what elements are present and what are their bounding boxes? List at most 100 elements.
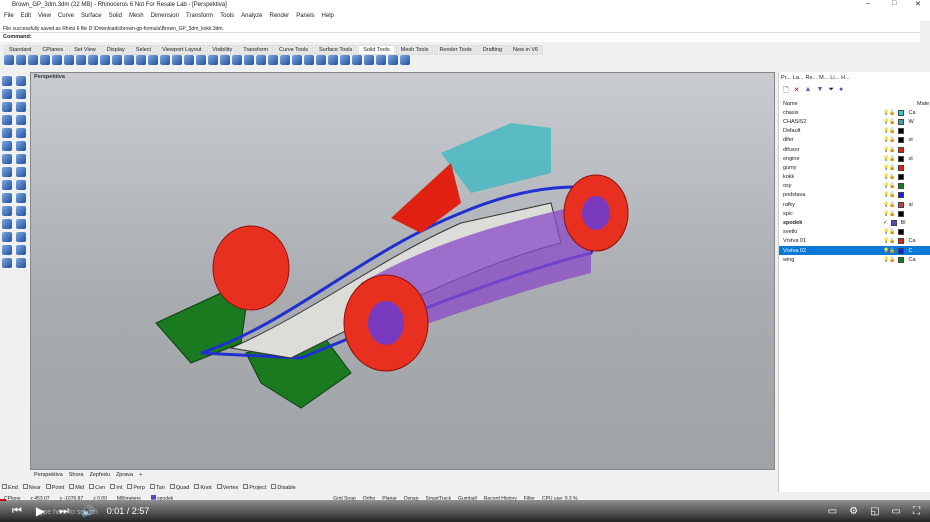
tool-icon[interactable] [172, 55, 182, 65]
menu-mesh[interactable]: Mesh [129, 13, 144, 19]
checkbox[interactable] [169, 484, 175, 489]
lock-icon[interactable]: 🔓 [889, 202, 895, 208]
layer-row[interactable]: spodek ✓ Bl [779, 218, 930, 227]
menu-analyze[interactable]: Analyze [241, 13, 262, 19]
tool-icon[interactable] [280, 55, 290, 65]
tab-viewport-layout[interactable]: Viewport Layout [157, 45, 207, 55]
osnap-quad[interactable]: Quad [169, 484, 189, 491]
fullscreen-icon[interactable]: ⛶ [913, 506, 920, 517]
tool-icon[interactable] [2, 89, 12, 99]
layer-row[interactable]: gumy 💡 🔓 [779, 163, 930, 172]
layer-color-swatch[interactable] [898, 146, 905, 153]
tool-icon[interactable] [244, 55, 254, 65]
tool-icon[interactable] [292, 55, 302, 65]
menu-tools[interactable]: Tools [220, 13, 234, 19]
osnap-mid[interactable]: Mid [69, 484, 84, 491]
tool-icon[interactable] [148, 55, 158, 65]
lock-icon[interactable]: 🔓 [889, 183, 895, 189]
lock-icon[interactable]: 🔓 [889, 192, 895, 198]
checkbox[interactable] [149, 484, 155, 489]
lock-icon[interactable]: 🔓 [889, 174, 895, 180]
osnap-project[interactable]: Project [243, 484, 266, 491]
filter-icon[interactable]: ⏷ [828, 86, 834, 97]
panel-tab[interactable]: H... [841, 75, 850, 81]
layer-row[interactable]: Vrstva 02 💡 🔓 C [779, 246, 930, 256]
layer-row[interactable]: rafky 💡 🔓 al [779, 200, 930, 209]
tool-icon[interactable] [364, 55, 374, 65]
layer-row[interactable]: difer 💡 🔓 st [779, 136, 930, 145]
lock-icon[interactable]: 🔓 [889, 229, 895, 235]
move-up-icon[interactable]: ▲ [805, 86, 812, 97]
layer-row[interactable]: CHASIS2 💡 🔓 W [779, 117, 930, 126]
tab-mesh-tools[interactable]: Mesh Tools [395, 45, 434, 55]
tool-icon[interactable] [2, 154, 12, 164]
tool-icon[interactable] [16, 219, 26, 229]
layer-color-swatch[interactable] [890, 220, 897, 227]
tool-icon[interactable] [16, 180, 26, 190]
tool-icon[interactable] [2, 245, 12, 255]
menu-panels[interactable]: Panels [296, 13, 314, 19]
osnap-vertex[interactable]: Vertex [216, 484, 238, 491]
tab-new-in-v6[interactable]: New in V6 [508, 45, 544, 55]
subtitles-icon[interactable]: ▭ [828, 506, 837, 517]
tab-solid-tools[interactable]: Solid Tools [358, 45, 395, 55]
lock-icon[interactable]: 🔓 [889, 147, 895, 153]
maximize-button[interactable]: □ [892, 0, 896, 7]
tool-icon[interactable] [16, 258, 26, 268]
osnap-int[interactable]: Int [110, 484, 122, 491]
viewport-tab[interactable]: Shora [69, 472, 84, 478]
viewport-perspective[interactable]: Perspektiva [30, 72, 775, 470]
tab-standard[interactable]: Standard [4, 45, 37, 55]
lock-icon[interactable]: 🔓 [889, 137, 895, 143]
layer-color-swatch[interactable] [898, 238, 905, 245]
command-prompt[interactable]: Command: [0, 33, 920, 42]
layer-color-swatch[interactable] [898, 174, 905, 181]
tool-icon[interactable] [2, 206, 12, 216]
viewport-tab[interactable]: Zprava [116, 472, 133, 478]
layer-row[interactable]: difusor 💡 🔓 [779, 145, 930, 154]
lock-icon[interactable]: 🔓 [889, 110, 895, 116]
tool-icon[interactable] [16, 245, 26, 255]
menu-view[interactable]: View [38, 13, 51, 19]
tool-icon[interactable] [2, 76, 12, 86]
layer-row[interactable]: engine 💡 🔓 st [779, 154, 930, 163]
layer-color-swatch[interactable] [898, 137, 905, 144]
layer-color-swatch[interactable] [898, 210, 905, 217]
checkbox[interactable] [194, 484, 200, 489]
osnap-point[interactable]: Point [45, 484, 64, 491]
menu-transform[interactable]: Transform [186, 13, 213, 19]
tool-icon[interactable] [124, 55, 134, 65]
tool-icon[interactable] [2, 193, 12, 203]
panel-tab[interactable]: La... [793, 75, 804, 81]
tool-icon[interactable] [16, 55, 26, 65]
layer-color-swatch[interactable] [898, 229, 905, 236]
layer-color-swatch[interactable] [898, 118, 905, 125]
layer-row[interactable]: Vrstva 01 💡 🔓 Ca [779, 237, 930, 246]
tool-icon[interactable] [2, 219, 12, 229]
tool-icon[interactable] [400, 55, 410, 65]
tool-icon[interactable] [160, 55, 170, 65]
checkbox[interactable] [243, 484, 249, 489]
tool-icon[interactable] [232, 55, 242, 65]
tab-select[interactable]: Select [130, 45, 157, 55]
osnap-perp[interactable]: Perp [127, 484, 145, 491]
settings-icon[interactable]: ⚙ [849, 506, 858, 517]
osnap-end[interactable]: End [2, 484, 18, 491]
layer-color-swatch[interactable] [898, 192, 905, 199]
layer-color-swatch[interactable] [898, 183, 905, 190]
tool-icon[interactable] [376, 55, 386, 65]
tab-visibility[interactable]: Visibility [207, 45, 238, 55]
tool-icon[interactable] [16, 167, 26, 177]
tool-icon[interactable] [16, 154, 26, 164]
lock-icon[interactable]: 🔓 [889, 211, 895, 217]
tool-icon[interactable] [2, 232, 12, 242]
lock-icon[interactable]: 🔓 [889, 119, 895, 125]
viewport-label[interactable]: Perspektiva [34, 74, 65, 80]
taskbar-search-box[interactable]: Type here to search [36, 509, 98, 516]
layer-color-swatch[interactable] [898, 247, 905, 254]
tool-icon[interactable] [220, 55, 230, 65]
theater-icon[interactable]: ▭ [892, 506, 901, 517]
osnap-tan[interactable]: Tan [149, 484, 165, 491]
tool-icon[interactable] [28, 55, 38, 65]
panel-tab[interactable]: Li... [830, 75, 839, 81]
